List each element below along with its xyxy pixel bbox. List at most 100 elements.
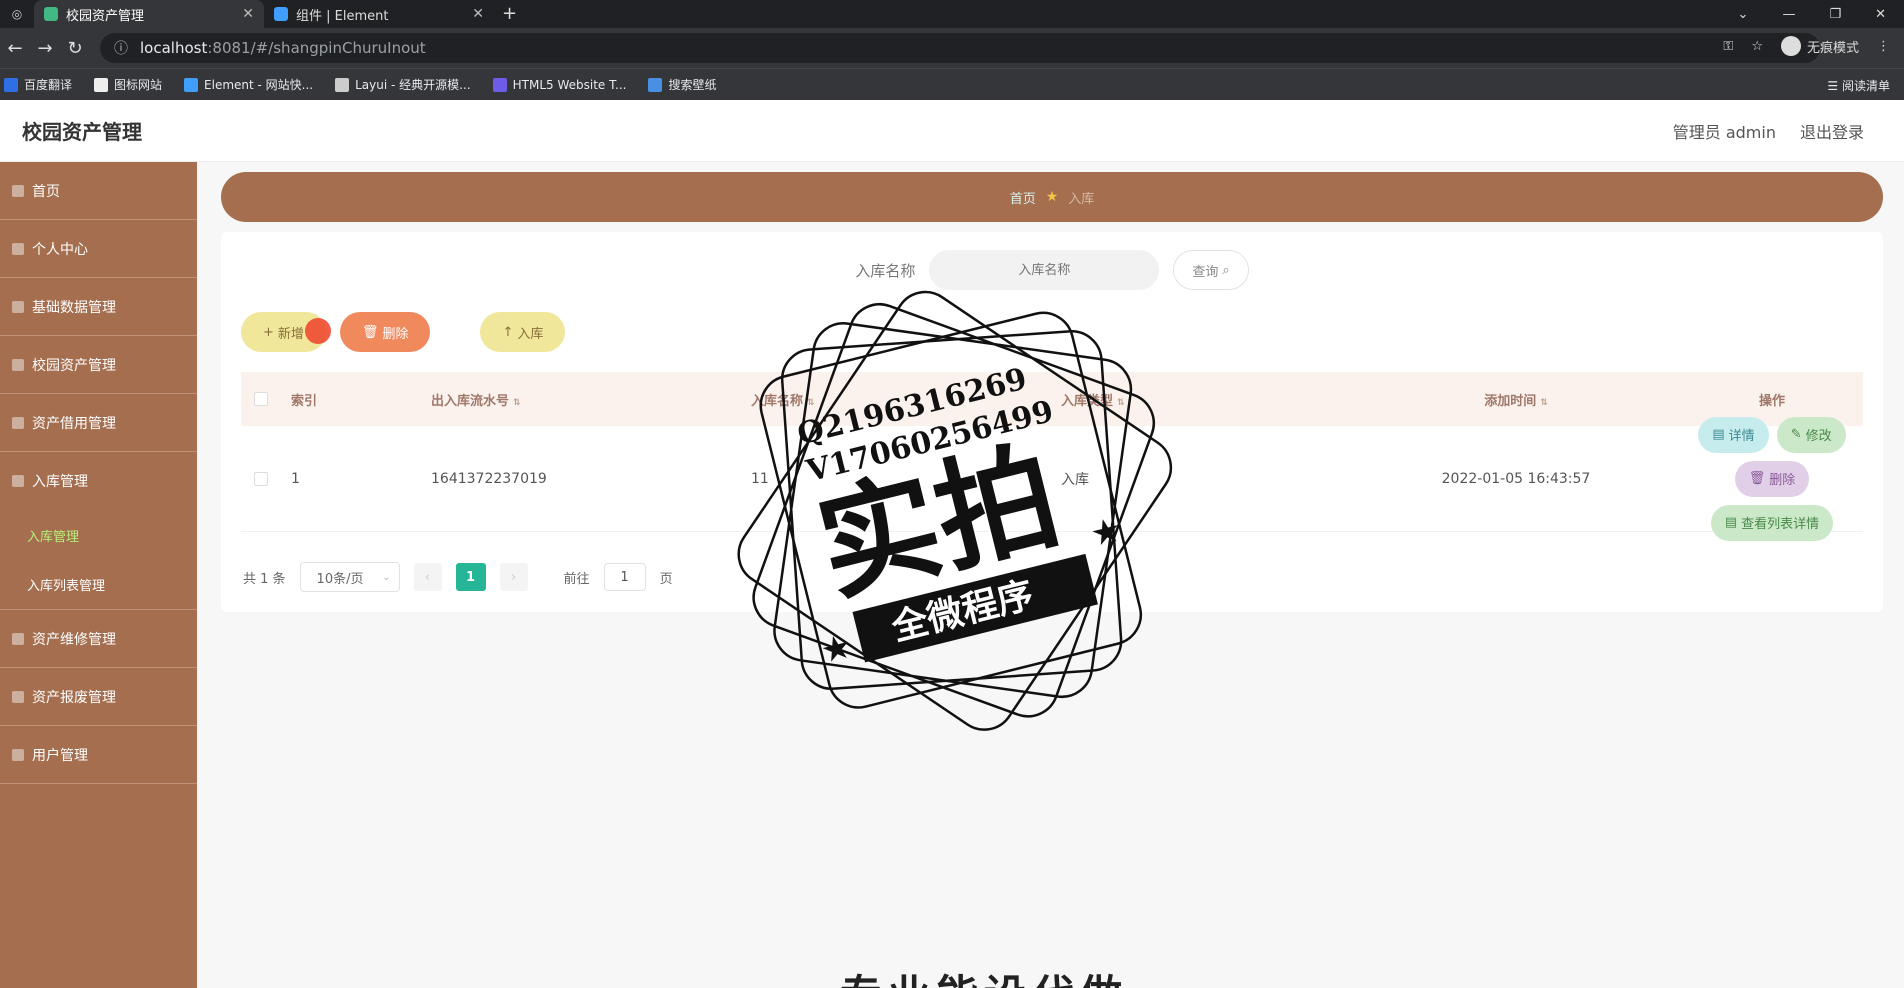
breadcrumb-current: 入库 — [1068, 191, 1095, 207]
inbound-button[interactable]: ↑ 入库 — [480, 312, 566, 352]
incognito-icon — [1780, 36, 1801, 56]
page-number-active[interactable]: 1 — [455, 563, 486, 591]
browser-tab-active[interactable]: 校园资产管理 ✕ — [34, 0, 264, 28]
sidebar-item-repair[interactable]: 资产维修管理 — [0, 610, 197, 668]
site-info-icon[interactable]: ⓘ — [114, 38, 128, 58]
top-nav: 校园资产管理 管理员 admin 退出登录 — [0, 100, 1904, 162]
search-button-label: 查询 — [1192, 264, 1219, 280]
reload-icon[interactable]: ↻ — [60, 38, 90, 59]
add-button[interactable]: + 新增 — [241, 312, 331, 352]
arrow-up-icon: ↑ — [502, 324, 514, 340]
edit-button[interactable]: ✎ 修改 — [1776, 416, 1846, 453]
select-all-checkbox[interactable] — [254, 392, 268, 406]
sort-icon[interactable]: ⇅ — [807, 398, 815, 408]
prev-page-button[interactable]: ‹ — [413, 563, 442, 591]
sidebar-item-label: 基础数据管理 — [32, 299, 116, 316]
bookmark-item[interactable]: HTML5 Website T... — [492, 77, 627, 92]
delete-button[interactable]: 🗑 删除 — [339, 312, 431, 352]
sidebar-item-label: 首页 — [32, 183, 60, 200]
forward-icon[interactable]: → — [30, 38, 60, 59]
home-icon — [12, 184, 24, 197]
click-cursor-indicator — [305, 318, 331, 344]
search-row: 入库名称 查询⌕ — [221, 250, 1883, 290]
address-bar[interactable]: ⓘ localhost:8081/#/shangpinChuruInout — [100, 33, 1820, 63]
next-page-button[interactable]: › — [499, 563, 528, 591]
users-icon — [12, 748, 24, 761]
plus-icon: + — [263, 324, 274, 340]
sort-icon[interactable]: ⇅ — [1540, 398, 1548, 408]
sidebar-item-label: 资产维修管理 — [32, 631, 116, 648]
sort-icon[interactable]: ⇅ — [513, 398, 521, 408]
back-icon[interactable]: ← — [0, 38, 30, 59]
restore-icon[interactable]: ❐ — [1829, 7, 1841, 22]
remove-button[interactable]: 🗑 删除 — [1734, 460, 1810, 497]
bookmark-item[interactable]: 图标网站 — [94, 76, 162, 93]
search-label: 入库名称 — [855, 261, 916, 280]
bookmark-star-icon[interactable]: ☆ — [1751, 39, 1763, 54]
new-tab-icon[interactable]: + — [502, 0, 517, 28]
bookmark-item[interactable]: Layui - 经典开源模... — [335, 76, 471, 93]
header-serial[interactable]: 出入库流水号 ⇅ — [421, 390, 741, 409]
browser-menu-icon[interactable]: ◎ — [0, 0, 34, 28]
breadcrumb-home[interactable]: 首页 — [1010, 188, 1036, 207]
sidebar-subitem-inbound[interactable]: 入库管理 — [0, 510, 197, 560]
sidebar-item-label: 用户管理 — [32, 747, 88, 764]
bookmark-item[interactable]: 百度翻译 — [4, 76, 72, 93]
header-label: 出入库流水号 — [431, 393, 510, 409]
bookmark-label: Layui - 经典开源模... — [355, 78, 471, 92]
sidebar-item-label: 个人中心 — [32, 241, 88, 258]
search-input[interactable] — [929, 250, 1160, 290]
sidebar-subitem-inbound-list[interactable]: 入库列表管理 — [0, 560, 197, 610]
browser-menu-dots-icon[interactable]: ⋮ — [1877, 39, 1890, 54]
bookmark-label: 搜索壁纸 — [668, 78, 717, 92]
reading-list[interactable]: ☰ 阅读清单 — [1827, 77, 1890, 94]
goto-suffix: 页 — [659, 571, 673, 587]
sidebar-item-base-data[interactable]: 基础数据管理 — [0, 278, 197, 336]
goto-page-input[interactable] — [603, 563, 646, 591]
sidebar-item-inbound[interactable]: 入库管理 — [0, 452, 197, 510]
detail-label: 详情 — [1728, 429, 1755, 444]
app: 校园资产管理 管理员 admin 退出登录 首页 个人中心 基础数据管理 校园资… — [0, 100, 1904, 988]
tab-search-icon[interactable]: ⌄ — [1738, 7, 1749, 22]
search-button[interactable]: 查询 ⌕ — [1173, 250, 1249, 290]
close-window-icon[interactable]: ✕ — [1875, 7, 1886, 22]
remove-label: 删除 — [1769, 473, 1796, 488]
row-checkbox[interactable] — [254, 471, 268, 486]
bookmark-item[interactable]: Element - 网站快... — [184, 76, 313, 93]
search-icon: ⌕ — [1222, 262, 1230, 278]
header-time[interactable]: 添加时间 ⇅ — [1351, 390, 1681, 409]
incognito-indicator[interactable]: 无痕模式 — [1780, 36, 1859, 56]
tab-close-icon[interactable]: ✕ — [472, 6, 484, 22]
sidebar-subitem-label: 入库管理 — [27, 529, 80, 545]
data-table: 索引 出入库流水号 ⇅ 入库名称 ⇅ 入库类型 ⇅ 添加时间 ⇅ 操作 1 164137… — [241, 372, 1863, 541]
sidebar-item-home[interactable]: 首页 — [0, 162, 197, 220]
sort-icon[interactable]: ⇅ — [1117, 398, 1125, 408]
header-type[interactable]: 入库类型 ⇅ — [1051, 390, 1351, 409]
sidebar-item-label: 校园资产管理 — [32, 357, 116, 374]
total-count: 共 1 条 — [243, 571, 286, 587]
trash-icon: 🗑 — [1748, 471, 1766, 486]
header-name[interactable]: 入库名称 ⇅ — [741, 390, 1051, 409]
minimize-icon[interactable]: — — [1782, 7, 1795, 22]
sidebar-item-users[interactable]: 用户管理 — [0, 726, 197, 784]
sidebar-item-borrow[interactable]: 资产借用管理 — [0, 394, 197, 452]
bookmark-label: HTML5 Website T... — [512, 77, 627, 92]
detail-button[interactable]: ▤ 详情 — [1698, 416, 1769, 453]
sidebar-item-profile[interactable]: 个人中心 — [0, 220, 197, 278]
flag-icon — [94, 77, 109, 92]
bookmark-item[interactable]: 搜索壁纸 — [648, 76, 716, 93]
logout-link[interactable]: 退出登录 — [1800, 119, 1864, 143]
list-detail-button[interactable]: ▤ 查看列表详情 — [1710, 504, 1834, 541]
pencil-icon: ✎ — [1790, 427, 1802, 442]
layui-icon — [335, 77, 350, 92]
tab-close-icon[interactable]: ✕ — [242, 6, 254, 22]
browser-tab[interactable]: 组件 | Element ✕ — [264, 0, 494, 28]
sidebar-item-assets[interactable]: 校园资产管理 — [0, 336, 197, 394]
tab-title: 校园资产管理 — [66, 8, 145, 24]
page-size-select[interactable]: 10条/页 ⌄ — [299, 562, 400, 592]
cell-name: 11 — [751, 470, 769, 487]
inbound-button-label: 入库 — [517, 326, 544, 342]
key-icon[interactable]: ⚿ — [1723, 39, 1733, 54]
sidebar-item-scrap[interactable]: 资产报废管理 — [0, 668, 197, 726]
edit-label: 修改 — [1805, 429, 1832, 444]
